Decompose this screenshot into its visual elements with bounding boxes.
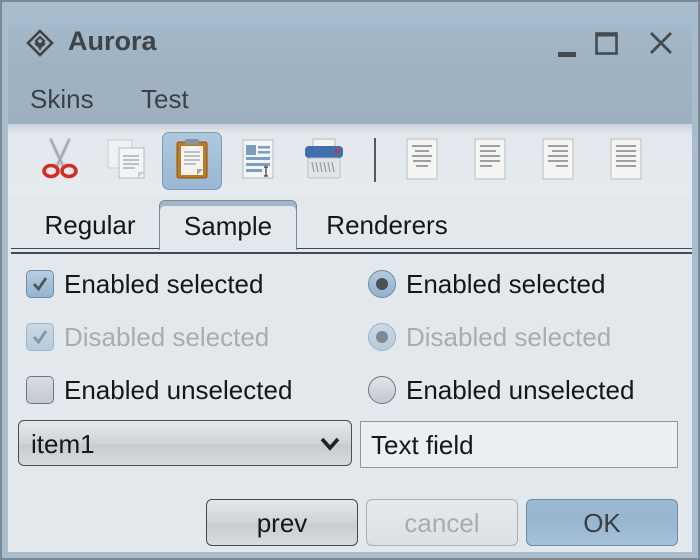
minimize-icon[interactable] (556, 26, 588, 58)
toolbar-separator (374, 138, 376, 182)
checkbox[interactable] (26, 270, 54, 298)
radio-dot-icon (376, 331, 388, 343)
align-right-button[interactable] (528, 132, 588, 190)
toolbar (8, 124, 692, 196)
ok-button[interactable]: OK (526, 499, 678, 546)
menu-bar: Skins Test (8, 74, 692, 124)
title-bar[interactable]: Aurora (8, 8, 692, 74)
checkbox-enabled-unselected[interactable]: Enabled unselected (26, 370, 292, 410)
combobox-value: item1 (31, 429, 95, 459)
radio-label: Enabled unselected (406, 374, 635, 405)
tab-regular[interactable]: Regular (22, 200, 158, 250)
align-left-icon (467, 136, 513, 187)
align-center-icon (399, 136, 445, 187)
tab-renderers[interactable]: Renderers (306, 200, 468, 250)
radio-dot-icon (376, 278, 388, 290)
checkmark-icon (32, 330, 48, 345)
app-window: Aurora Skins Test Regular Sample Rendere… (0, 0, 700, 560)
radio-label: Enabled selected (406, 268, 606, 299)
menu-test[interactable]: Test (141, 84, 189, 115)
radio-disabled-selected: Disabled selected (368, 317, 611, 357)
aurora-diamond-icon (25, 28, 55, 58)
checkmark-icon (32, 277, 48, 292)
window-content: Aurora Skins Test Regular Sample Rendere… (8, 8, 692, 552)
copy-icon (103, 136, 149, 187)
radio-button[interactable] (368, 270, 396, 298)
chevron-down-icon[interactable] (319, 433, 341, 455)
close-icon[interactable] (646, 26, 678, 58)
checkbox-disabled-selected: Disabled selected (26, 317, 269, 357)
tab-divider (11, 248, 159, 249)
item-combobox[interactable]: item1 (18, 420, 352, 466)
cut-icon (37, 136, 83, 187)
select-all-button[interactable] (228, 132, 288, 190)
select-all-icon (235, 136, 281, 187)
checkbox-enabled-selected[interactable]: Enabled selected (26, 264, 263, 304)
paste-icon (169, 136, 215, 187)
align-justify-button[interactable] (596, 132, 656, 190)
cancel-button: cancel (366, 499, 518, 546)
tab-divider (11, 252, 692, 254)
checkbox-label: Enabled unselected (64, 374, 293, 405)
copy-button[interactable] (96, 132, 156, 190)
tab-bar: Regular Sample Renderers (8, 196, 692, 254)
prev-button[interactable]: prev (206, 499, 358, 546)
checkbox-label: Enabled selected (64, 268, 264, 299)
align-justify-icon (603, 136, 649, 187)
checkbox[interactable] (26, 376, 54, 404)
delete-button[interactable] (294, 132, 354, 190)
radio-enabled-selected[interactable]: Enabled selected (368, 264, 605, 304)
checkbox-label: Disabled selected (64, 321, 270, 352)
window-title: Aurora (68, 26, 157, 56)
radio-label: Disabled selected (406, 321, 612, 352)
tab-divider (297, 248, 692, 249)
align-right-icon (535, 136, 581, 187)
cut-button[interactable] (30, 132, 90, 190)
align-left-button[interactable] (460, 132, 520, 190)
radio-button[interactable] (368, 376, 396, 404)
checkbox (26, 323, 54, 351)
text-field[interactable]: Text field (360, 421, 678, 468)
radio-enabled-unselected[interactable]: Enabled unselected (368, 370, 634, 410)
maximize-icon[interactable] (594, 26, 626, 58)
paste-button[interactable] (162, 132, 222, 190)
tab-sample[interactable]: Sample (159, 200, 297, 250)
radio-button (368, 323, 396, 351)
menu-skins[interactable]: Skins (30, 84, 94, 115)
delete-shredder-icon (301, 136, 347, 187)
align-center-button[interactable] (392, 132, 452, 190)
